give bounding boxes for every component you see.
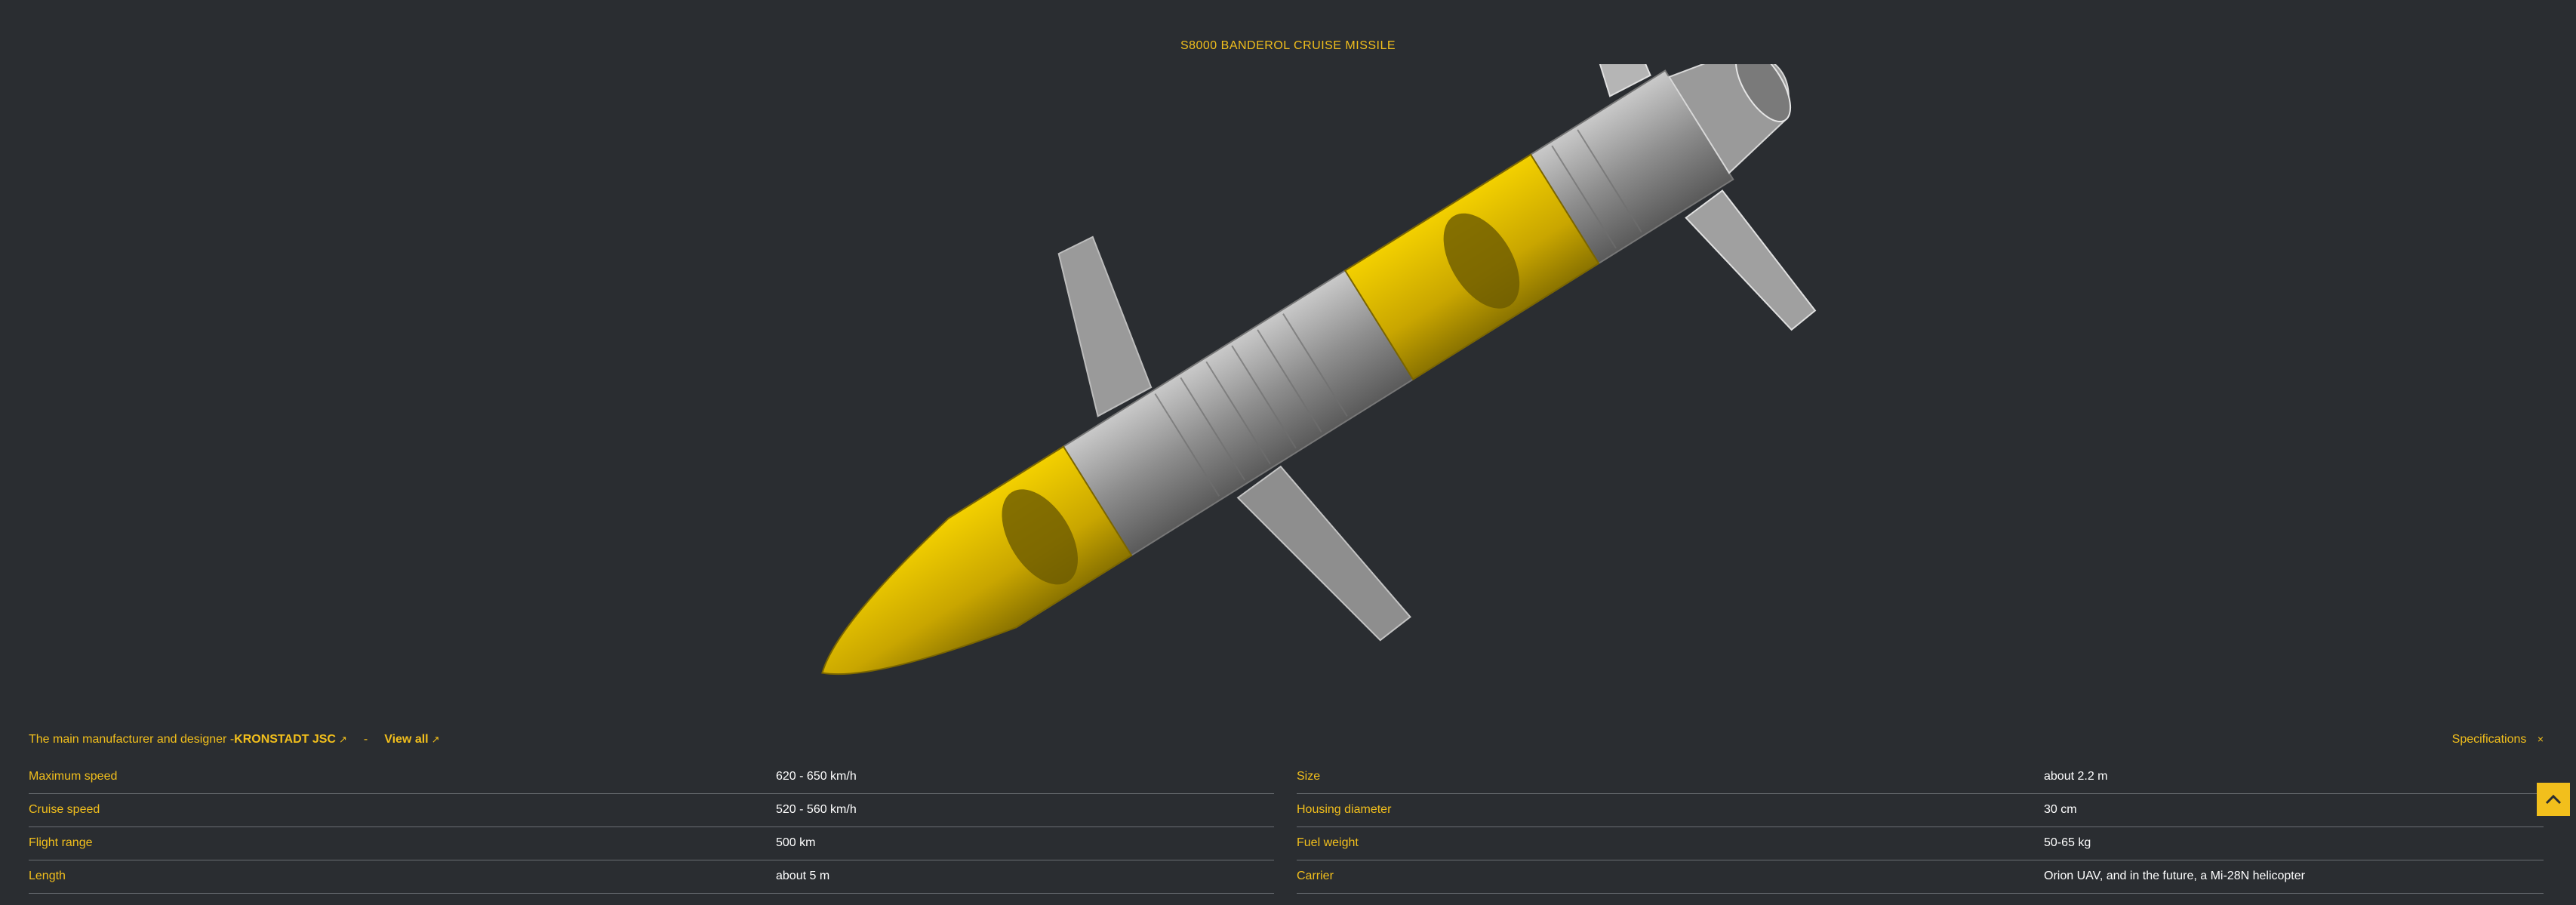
spec-key: Maximum speed — [29, 770, 118, 783]
table-row: Fuel weight 50-65 kg — [1297, 827, 2544, 860]
spec-value: 30 cm — [2044, 803, 2077, 816]
table-row: Maximum speed 620 - 650 km/h — [29, 761, 1274, 794]
spec-value: 50-65 kg — [2044, 836, 2091, 849]
close-icon[interactable]: × — [2538, 733, 2544, 745]
specs-table-right: Size about 2.2 m Housing diameter 30 cm … — [1297, 761, 2544, 894]
view-all-link[interactable]: View all — [384, 733, 428, 746]
table-row: Housing diameter 30 cm — [1297, 794, 2544, 827]
table-row: Size about 2.2 m — [1297, 761, 2544, 794]
missile-3d-model[interactable] — [642, 0, 1925, 706]
external-link-icon: ↗ — [338, 734, 347, 745]
spec-key: Size — [1297, 770, 1321, 783]
external-link-icon: ↗ — [431, 734, 440, 745]
manufacturer-link[interactable]: KRONSTADT JSC — [234, 733, 336, 746]
table-row: Flight range 500 km — [29, 827, 1274, 860]
specifications-toggle[interactable]: Specifications × — [2452, 733, 2544, 746]
manufacturer-prefix: The main manufacturer and designer - — [29, 733, 235, 746]
spec-key: Housing diameter — [1297, 803, 1392, 816]
specs-table-left: Maximum speed 620 - 650 km/h Cruise spee… — [29, 761, 1274, 894]
separator: - — [363, 733, 368, 746]
missile-nose-section — [821, 445, 1133, 676]
spec-key: Flight range — [29, 836, 93, 849]
spec-value: 520 - 560 km/h — [776, 803, 857, 816]
table-row: Cruise speed 520 - 560 km/h — [29, 794, 1274, 827]
spec-key: Length — [29, 870, 66, 882]
missile-fin-tail-bottom — [1685, 189, 1817, 331]
table-row: Carrier Orion UAV, and in the future, a … — [1297, 860, 2544, 894]
spec-key: Fuel weight — [1297, 836, 1359, 849]
specifications-label: Specifications — [2451, 733, 2527, 746]
table-row: Length about 5 m — [29, 860, 1274, 894]
spec-value: about 2.2 m — [2044, 770, 2108, 783]
spec-value: 500 km — [776, 836, 816, 849]
scroll-to-top-button[interactable] — [2537, 783, 2570, 816]
spec-value: about 5 m — [776, 870, 830, 882]
manufacturer-line: The main manufacturer and designer - KRO… — [29, 733, 457, 746]
spec-key: Cruise speed — [29, 803, 100, 816]
spec-value: 620 - 650 km/h — [776, 770, 857, 783]
page-title: S8000 BANDEROL CRUISE MISSILE — [1180, 39, 1396, 52]
spec-key: Carrier — [1297, 870, 1334, 882]
chevron-up-icon — [2545, 794, 2562, 805]
missile-fin-bottom — [1236, 465, 1411, 642]
spec-value: Orion UAV, and in the future, a Mi-28N h… — [2044, 870, 2305, 882]
